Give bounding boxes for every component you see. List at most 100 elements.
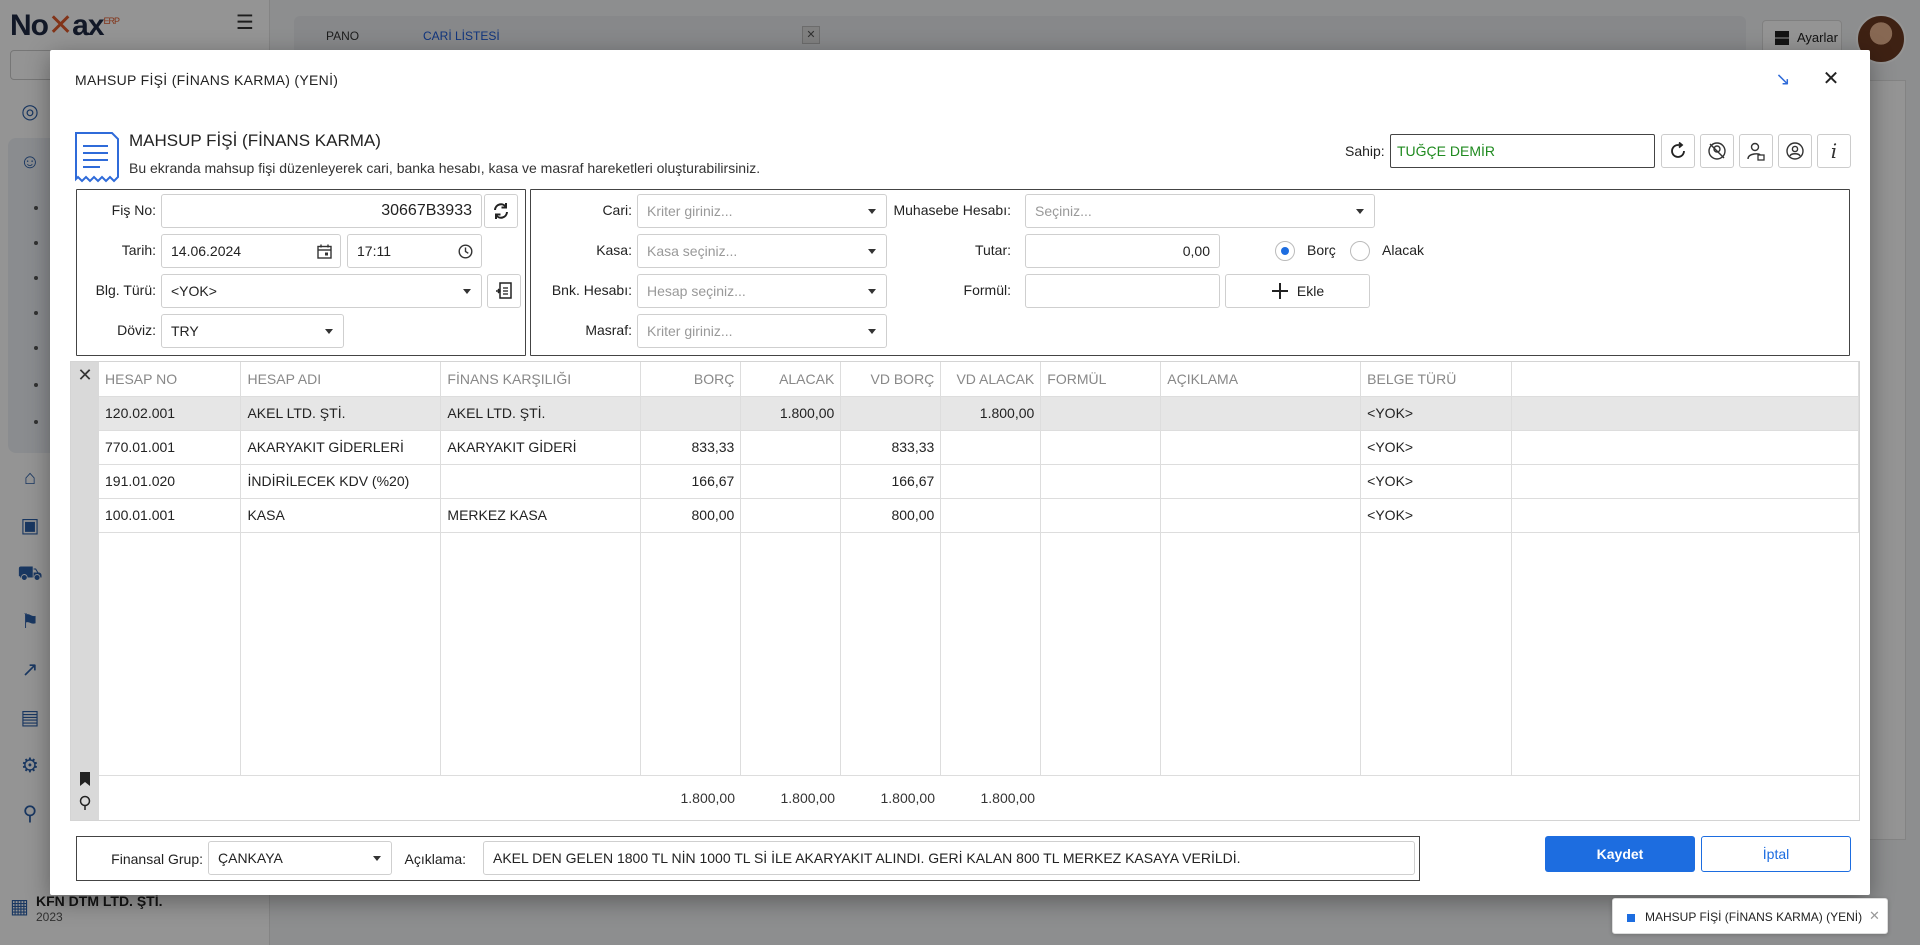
total-vd-borc: 1.800,00 [880, 790, 936, 806]
cell-hesap-adi[interactable]: İNDİRİLECEK KDV (%20) [240, 464, 442, 499]
col-alacak[interactable]: ALACAK [740, 362, 842, 397]
cell-hesap-no[interactable]: 120.02.001 [99, 396, 242, 431]
cell-vd-borc[interactable] [840, 396, 942, 431]
calendar-icon[interactable] [317, 244, 332, 259]
user-lock-button[interactable] [1739, 134, 1773, 168]
chip-label: MAHSUP FİŞİ (FİNANS KARMA) (YENİ) [1645, 910, 1863, 924]
cancel-button[interactable]: İptal [1701, 836, 1851, 872]
cell-vd-alacak[interactable] [940, 464, 1042, 499]
cell-aciklama[interactable] [1160, 464, 1362, 499]
borc-label: Borç [1307, 242, 1336, 258]
col-hesap-adi[interactable]: HESAP ADI [240, 362, 442, 397]
cell-formul[interactable] [1040, 430, 1162, 465]
kasa-select[interactable]: Kasa seçiniz... [637, 234, 887, 268]
table-row[interactable]: 120.02.001 AKEL LTD. ŞTİ. AKEL LTD. ŞTİ.… [99, 396, 1859, 431]
document-action-button[interactable] [487, 274, 521, 308]
cari-select[interactable]: Kriter giriniz... [637, 194, 887, 228]
cell-vd-borc[interactable]: 800,00 [840, 498, 942, 533]
clear-grid-close-icon[interactable]: ✕ [76, 366, 94, 384]
minimized-window-chip[interactable]: MAHSUP FİŞİ (FİNANS KARMA) (YENİ) ✕ [1612, 898, 1888, 934]
cell-finans-karsiligi[interactable]: AKARYAKIT GİDERİ [440, 430, 642, 465]
close-icon[interactable]: ✕ [1820, 68, 1842, 90]
col-formul[interactable]: FORMÜL [1040, 362, 1162, 397]
table-row[interactable]: 100.01.001 KASA MERKEZ KASA 800,00 800,0… [99, 498, 1859, 533]
cell-hesap-adi[interactable]: KASA [240, 498, 442, 533]
col-borc[interactable]: BORÇ [640, 362, 742, 397]
muhasebe-hesabi-select[interactable]: Seçiniz... [1025, 194, 1375, 228]
bnk-hesabi-select[interactable]: Hesap seçiniz... [637, 274, 887, 308]
lightbulb-icon[interactable] [78, 795, 92, 811]
bookmark-icon[interactable] [78, 771, 92, 787]
cell-belge-turu[interactable]: <YOK> [1360, 396, 1513, 431]
cell-hesap-no[interactable]: 100.01.001 [99, 498, 242, 533]
table-row[interactable]: 191.01.020 İNDİRİLECEK KDV (%20) 166,67 … [99, 464, 1859, 499]
cell-vd-borc[interactable]: 833,33 [840, 430, 942, 465]
cell-borc[interactable]: 166,67 [640, 464, 742, 499]
cell-aciklama[interactable] [1160, 430, 1362, 465]
cell-hesap-adi[interactable]: AKARYAKIT GİDERLERİ [240, 430, 442, 465]
cell-formul[interactable] [1040, 464, 1162, 499]
cell-belge-turu[interactable]: <YOK> [1360, 464, 1513, 499]
doviz-select[interactable]: TRY [161, 314, 344, 348]
alacak-radio[interactable] [1350, 241, 1370, 261]
cell-finans-karsiligi[interactable]: AKEL LTD. ŞTİ. [440, 396, 642, 431]
save-button[interactable]: Kaydet [1545, 836, 1695, 872]
cell-hesap-adi[interactable]: AKEL LTD. ŞTİ. [240, 396, 442, 431]
blg-turu-select[interactable]: <YOK> [161, 274, 482, 308]
cell-alacak[interactable] [740, 498, 842, 533]
cell-alacak[interactable] [740, 464, 842, 499]
aciklama-input[interactable]: AKEL DEN GELEN 1800 TL NİN 1000 TL Sİ İL… [483, 841, 1415, 875]
chip-close-icon[interactable]: ✕ [1869, 908, 1880, 924]
cell-aciklama[interactable] [1160, 396, 1362, 431]
col-vd-borc[interactable]: VD BORÇ [840, 362, 942, 397]
fis-no-input[interactable]: 30667B3933 [161, 194, 482, 228]
saat-input[interactable]: 17:11 [347, 234, 482, 268]
cell-belge-turu[interactable]: <YOK> [1360, 430, 1513, 465]
col-aciklama[interactable]: AÇIKLAMA [1160, 362, 1362, 397]
owner-input[interactable]: TUĞÇE DEMİR [1390, 134, 1655, 168]
user-lock-icon [1747, 142, 1765, 161]
refresh-button[interactable] [1661, 134, 1695, 168]
cell-formul[interactable] [1040, 498, 1162, 533]
col-vd-alacak[interactable]: VD ALACAK [940, 362, 1042, 397]
cell-vd-alacak[interactable]: 1.800,00 [940, 396, 1042, 431]
cell-hesap-no[interactable]: 770.01.001 [99, 430, 242, 465]
cell-finans-karsiligi[interactable]: MERKEZ KASA [440, 498, 642, 533]
cell-borc[interactable]: 833,33 [640, 430, 742, 465]
info-button[interactable]: i [1817, 134, 1851, 168]
cell-formul[interactable] [1040, 396, 1162, 431]
cell-belge-turu[interactable]: <YOK> [1360, 498, 1513, 533]
formul-input[interactable] [1025, 274, 1220, 308]
regenerate-number-button[interactable] [484, 194, 518, 228]
tutar-input[interactable]: 0,00 [1025, 234, 1220, 268]
finansal-grup-select[interactable]: ÇANKAYA [208, 841, 392, 875]
cell-alacak[interactable]: 1.800,00 [740, 396, 842, 431]
masraf-select[interactable]: Kriter giriniz... [637, 314, 887, 348]
minimize-arrow-icon[interactable]: ↘ [1772, 68, 1794, 90]
borc-radio[interactable] [1275, 241, 1295, 261]
cell-borc[interactable] [640, 396, 742, 431]
cell-vd-borc[interactable]: 166,67 [840, 464, 942, 499]
cell-hesap-no[interactable]: 191.01.020 [99, 464, 242, 499]
col-belge-turu[interactable]: BELGE TÜRÜ [1360, 362, 1513, 397]
cell-vd-alacak[interactable] [940, 430, 1042, 465]
user-off-button[interactable] [1700, 134, 1734, 168]
ekle-button[interactable]: Ekle [1225, 274, 1370, 308]
cell-vd-alacak[interactable] [940, 498, 1042, 533]
grid-gutter: ✕ [71, 362, 99, 820]
aciklama-label: Açıklama: [404, 851, 466, 867]
col-hesap-no[interactable]: HESAP NO [99, 362, 242, 397]
cell-finans-karsiligi[interactable] [440, 464, 642, 499]
clock-icon[interactable] [458, 244, 473, 259]
alacak-label: Alacak [1382, 242, 1425, 258]
refresh-icon [1671, 142, 1685, 158]
user-sync-button[interactable] [1778, 134, 1812, 168]
chevron-down-icon [1356, 209, 1364, 214]
col-finans-karsiligi[interactable]: FİNANS KARŞILIĞI [440, 362, 642, 397]
table-row[interactable]: 770.01.001 AKARYAKIT GİDERLERİ AKARYAKIT… [99, 430, 1859, 465]
total-vd-alacak: 1.800,00 [980, 790, 1036, 806]
cell-alacak[interactable] [740, 430, 842, 465]
cell-aciklama[interactable] [1160, 498, 1362, 533]
tarih-input[interactable]: 14.06.2024 [161, 234, 341, 268]
cell-borc[interactable]: 800,00 [640, 498, 742, 533]
